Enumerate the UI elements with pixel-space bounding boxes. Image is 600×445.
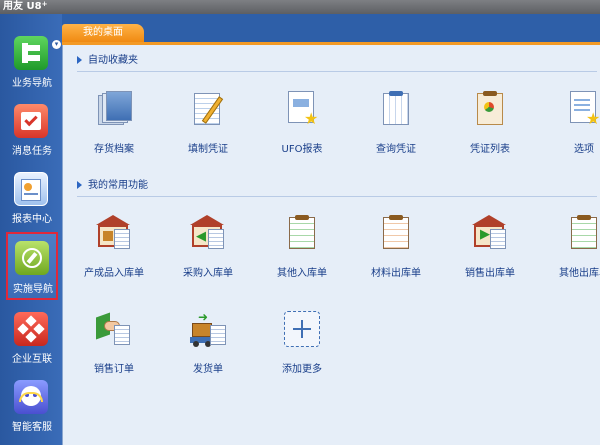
main-area: 我的桌面 自动收藏夹 存货档案 填制凭证 ★ UFO报表 查询凭证 凭证列表 ★… [62, 14, 600, 445]
app-inventory-file[interactable]: 存货档案 [69, 91, 159, 161]
app-label: 材料出库单 [371, 268, 421, 279]
app-label: 其他入库单 [277, 268, 327, 279]
sidebar-item-report-center[interactable]: 报表中心 [6, 164, 58, 228]
sales-outbound-icon: ▶ [472, 215, 508, 251]
app-label: 采购入库单 [183, 268, 233, 279]
brand-name: 用友 [3, 1, 23, 12]
section-divider [77, 71, 597, 72]
sidebar: ▾ 业务导航 消息任务 报表中心 实施导航 企业互联 智能客服 [0, 14, 62, 445]
ufo-report-icon: ★ [284, 91, 320, 127]
tab-strip: 我的桌面 [62, 14, 600, 42]
app-label: 选项 [574, 144, 594, 155]
delivery-note-icon: ➜ [190, 311, 226, 347]
sidebar-item-label: 智能客服 [12, 422, 52, 433]
app-label: 查询凭证 [376, 144, 416, 155]
chevron-down-icon[interactable]: ▾ [52, 40, 61, 49]
app-delivery-note[interactable]: ➜ 发货单 [163, 311, 253, 381]
customer-service-icon [14, 380, 48, 414]
app-other-inbound[interactable]: 其他入库单 [257, 215, 347, 285]
enterprise-connect-icon [14, 312, 48, 346]
app-label: 产成品入库单 [84, 268, 144, 279]
app-options[interactable]: ★ 选项 [539, 91, 600, 161]
compass-icon [15, 241, 49, 275]
inventory-file-icon [96, 91, 132, 127]
app-label: 其他出库单 [559, 268, 600, 279]
app-label: 发货单 [193, 364, 223, 375]
app-other-outbound[interactable]: 其他出库单 [539, 215, 600, 285]
tab-my-desktop[interactable]: 我的桌面 [62, 24, 144, 42]
sidebar-item-business-nav[interactable]: ▾ 业务导航 [6, 28, 61, 92]
common-section-title: 我的常用功能 [88, 180, 148, 191]
app-ufo-report[interactable]: ★ UFO报表 [257, 91, 347, 161]
material-outbound-icon [378, 215, 414, 251]
app-label: 添加更多 [282, 364, 322, 375]
expand-arrow-icon [77, 181, 82, 189]
purchase-inbound-icon: ◀ [190, 215, 226, 251]
app-purchase-inbound[interactable]: ◀ 采购入库单 [163, 215, 253, 285]
desktop-panel: 自动收藏夹 存货档案 填制凭证 ★ UFO报表 查询凭证 凭证列表 ★ 选项 我… [62, 45, 600, 445]
favorites-section-title: 自动收藏夹 [88, 55, 138, 66]
sales-order-icon [96, 311, 132, 347]
fill-voucher-icon [190, 91, 226, 127]
app-voucher-list[interactable]: 凭证列表 [445, 91, 535, 161]
app-label: UFO报表 [281, 144, 323, 155]
sidebar-item-enterprise-connect[interactable]: 企业互联 [6, 304, 58, 368]
app-query-voucher[interactable]: 查询凭证 [351, 91, 441, 161]
section-divider [77, 196, 597, 197]
app-sales-outbound[interactable]: ▶ 销售出库单 [445, 215, 535, 285]
sidebar-item-customer-service[interactable]: 智能客服 [6, 372, 58, 436]
voucher-list-icon [472, 91, 508, 127]
app-label: 销售出库单 [465, 268, 515, 279]
app-label: 销售订单 [94, 364, 134, 375]
other-inbound-icon [284, 215, 320, 251]
sidebar-item-label: 实施导航 [13, 284, 53, 295]
sidebar-item-message-task[interactable]: 消息任务 [6, 96, 58, 160]
sidebar-item-implementation-nav[interactable]: 实施导航 [6, 232, 58, 300]
sidebar-item-label: 企业互联 [12, 354, 52, 365]
other-outbound-icon [566, 215, 600, 251]
app-add-more[interactable]: 添加更多 [257, 311, 347, 381]
finished-goods-inbound-icon [96, 215, 132, 251]
app-material-outbound[interactable]: 材料出库单 [351, 215, 441, 285]
app-finished-goods-inbound[interactable]: 产成品入库单 [69, 215, 159, 285]
app-label: 填制凭证 [188, 144, 228, 155]
business-nav-icon [14, 36, 48, 70]
report-center-icon [14, 172, 48, 206]
app-fill-voucher[interactable]: 填制凭证 [163, 91, 253, 161]
options-icon: ★ [566, 91, 600, 127]
add-more-icon [284, 311, 320, 347]
product-superscript: + [41, 0, 48, 8]
query-voucher-icon [378, 91, 414, 127]
app-label: 凭证列表 [470, 144, 510, 155]
expand-arrow-icon [77, 56, 82, 64]
message-task-icon [14, 104, 48, 138]
favorites-section-header[interactable]: 自动收藏夹 [77, 54, 138, 68]
product-name: U8 [26, 1, 42, 12]
sidebar-item-label: 业务导航 [12, 78, 52, 89]
sidebar-item-label: 消息任务 [12, 146, 52, 157]
sidebar-item-label: 报表中心 [12, 214, 52, 225]
app-sales-order[interactable]: 销售订单 [69, 311, 159, 381]
common-section-header[interactable]: 我的常用功能 [77, 179, 148, 193]
app-label: 存货档案 [94, 144, 134, 155]
title-bar: 用友 U8+ [0, 0, 600, 14]
